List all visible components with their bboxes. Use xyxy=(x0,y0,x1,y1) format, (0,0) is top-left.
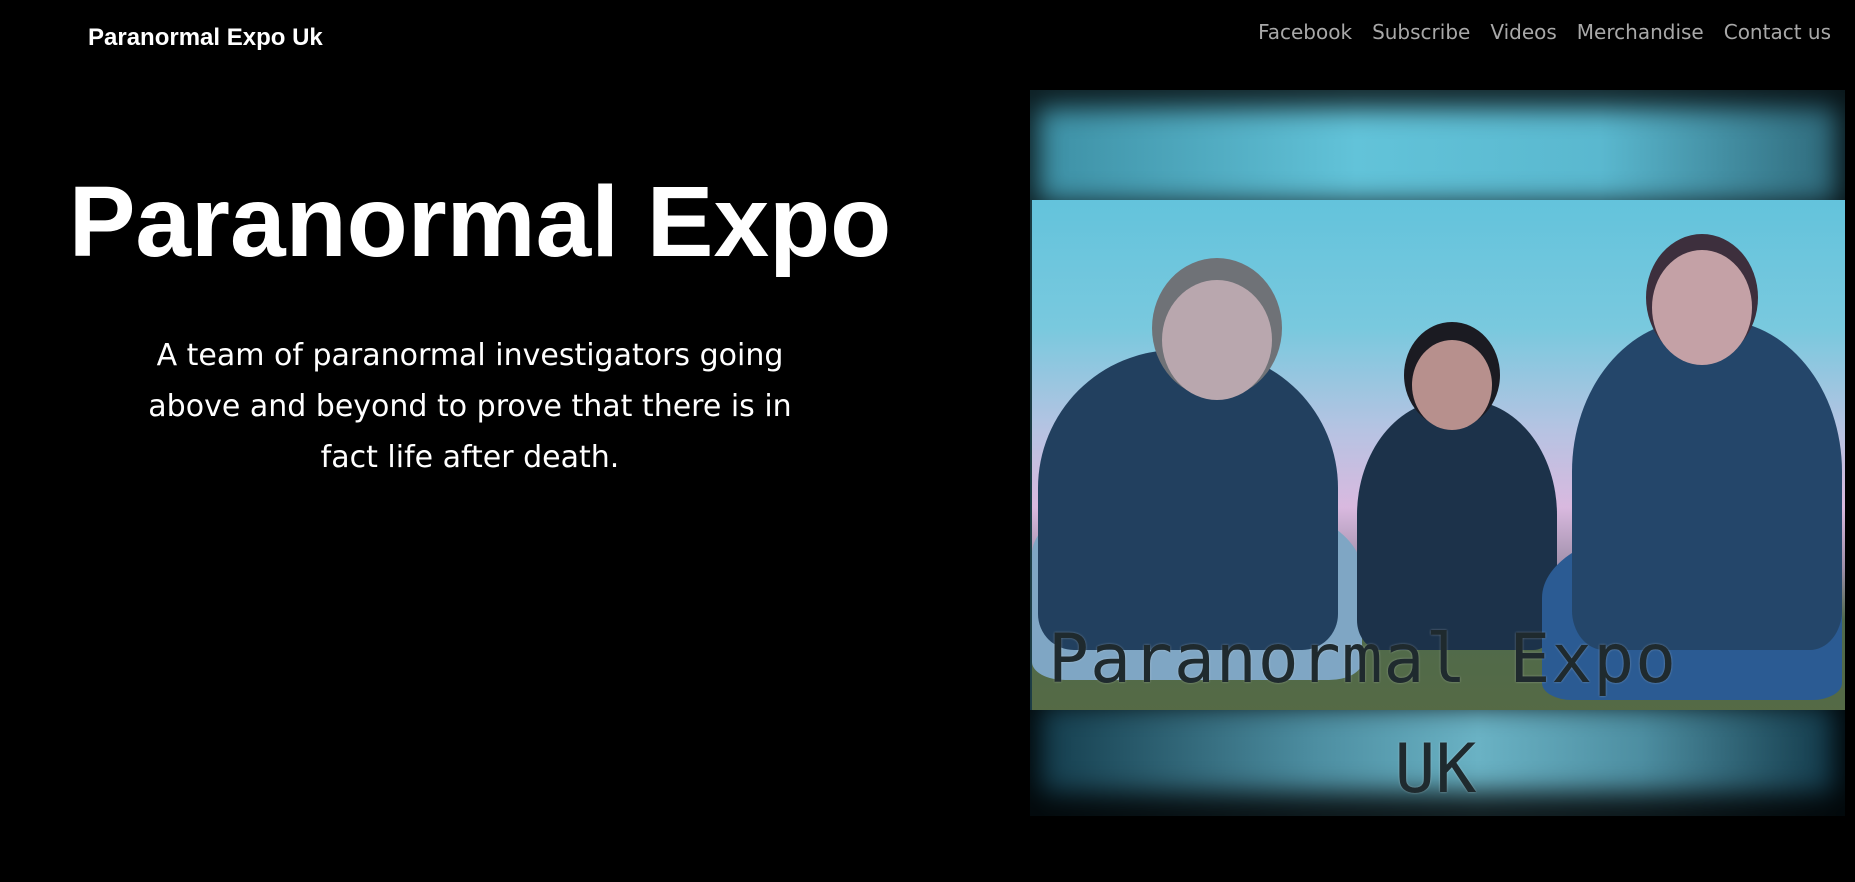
nav-link-contact[interactable]: Contact us xyxy=(1724,20,1831,44)
image-top-band xyxy=(1030,90,1845,200)
image-logo-subtitle: UK xyxy=(1394,730,1477,809)
image-logo-title: Paranormal Expo xyxy=(1048,620,1678,699)
hero-team-image: Paranormal Expo UK xyxy=(1018,80,1853,824)
site-brand-link[interactable]: Paranormal Expo Uk xyxy=(88,24,323,52)
nav-link-facebook[interactable]: Facebook xyxy=(1258,20,1352,44)
person-right-head xyxy=(1652,250,1752,365)
nav-link-merchandise[interactable]: Merchandise xyxy=(1577,20,1704,44)
person-left xyxy=(1038,350,1338,650)
nav-link-videos[interactable]: Videos xyxy=(1490,20,1556,44)
person-middle xyxy=(1357,400,1557,650)
nav-link-subscribe[interactable]: Subscribe xyxy=(1372,20,1470,44)
person-middle-head xyxy=(1412,340,1492,430)
hero-title: Paranormal Expo xyxy=(68,166,892,278)
hero-subtitle: A team of paranormal investigators going… xyxy=(148,338,792,475)
person-left-head xyxy=(1162,280,1272,400)
person-right xyxy=(1572,320,1842,650)
top-nav: Facebook Subscribe Videos Merchandise Co… xyxy=(1258,20,1831,44)
